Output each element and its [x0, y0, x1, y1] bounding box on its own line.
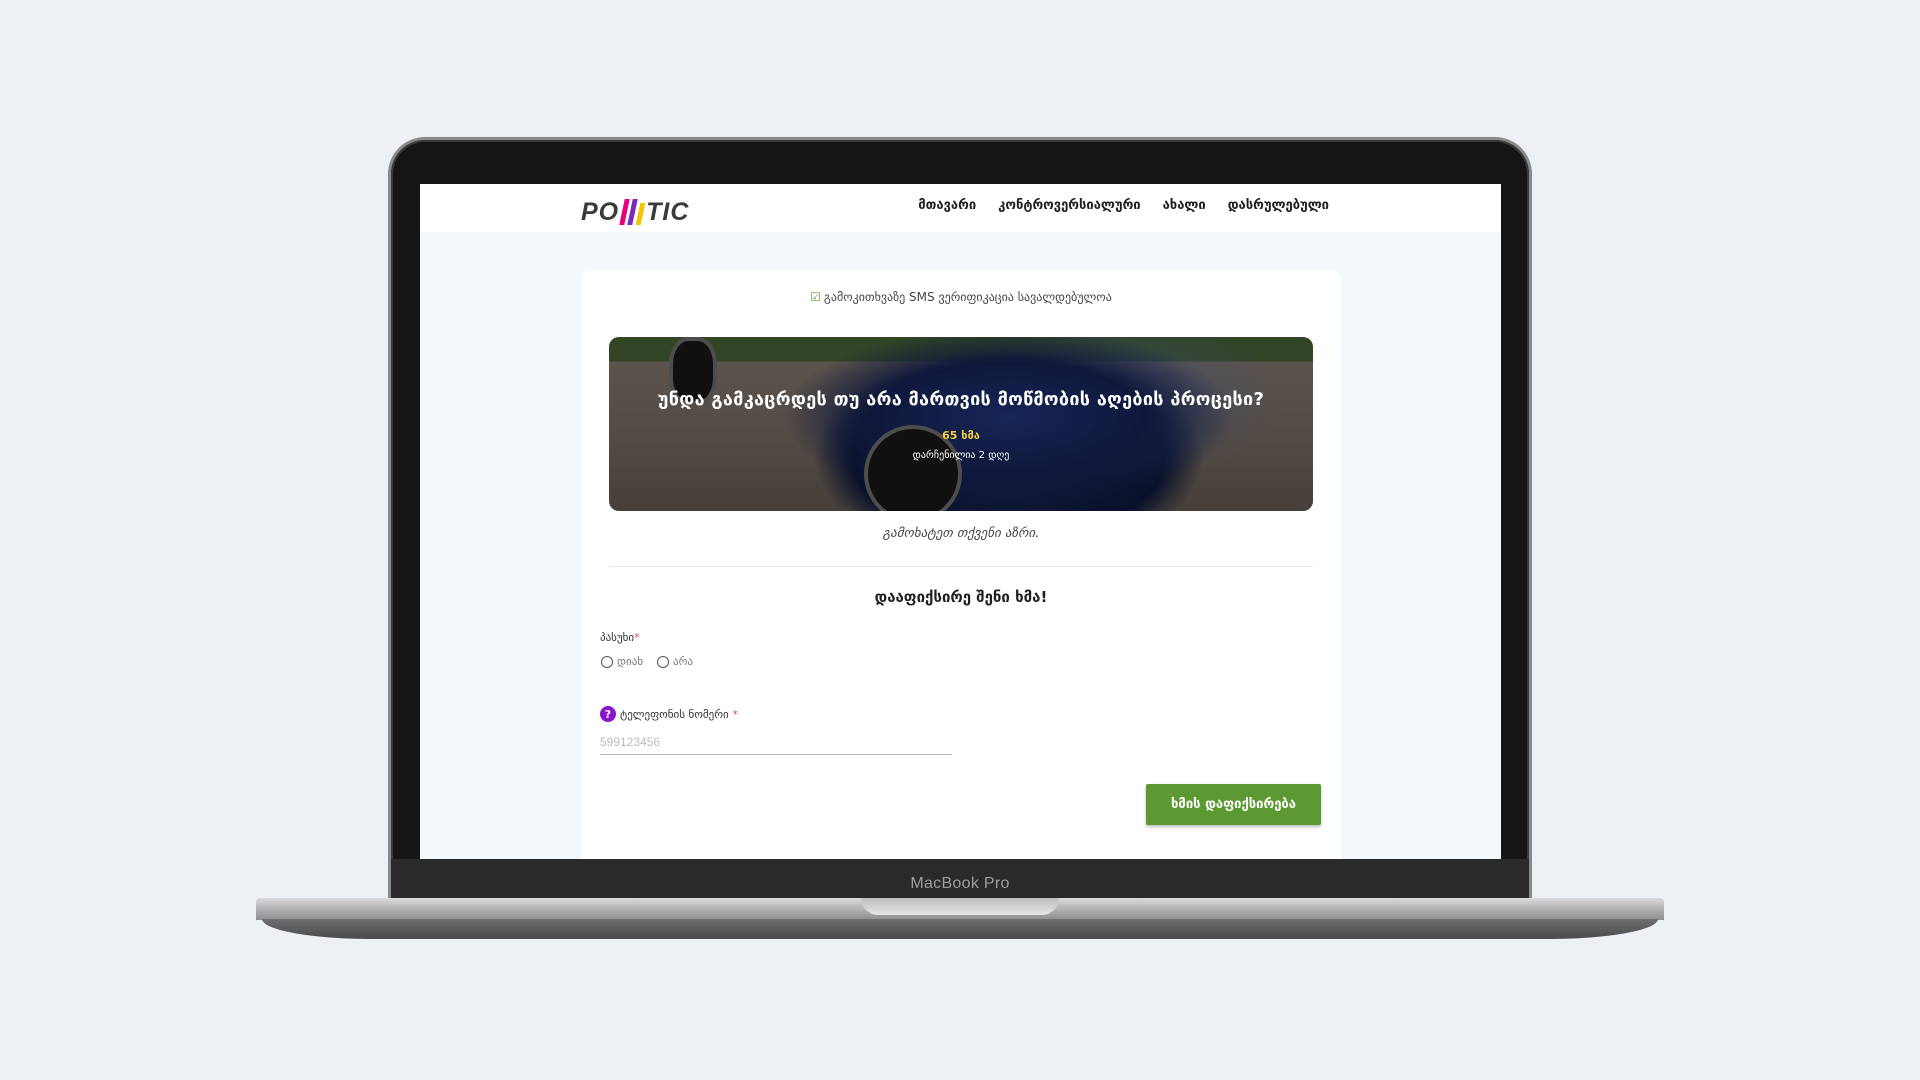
required-mark: * [634, 631, 640, 644]
option-no-label: არა [673, 655, 693, 668]
option-yes-label: დიახ [617, 655, 644, 668]
radio-no[interactable] [657, 655, 670, 668]
check-square-icon: ☑ [810, 290, 821, 304]
answer-label-text: პასუხი [600, 631, 635, 644]
site-logo[interactable]: PO TIC [581, 191, 689, 227]
submit-vote-button[interactable]: ხმის დაფიქსირება [1146, 784, 1321, 825]
logo-prefix: PO [581, 198, 620, 226]
vote-count: 65 ხმა [942, 429, 980, 442]
nav-item-home[interactable]: მთავარი [918, 198, 976, 213]
sms-notice: ☑ გამოკითხვაზე SMS ვერიფიკაცია სავალდებულ… [581, 290, 1341, 304]
phone-label: ? ტელეფონის ნომერი * [600, 706, 738, 722]
option-yes[interactable]: დიახ [601, 655, 643, 668]
question-circle-icon[interactable]: ? [600, 706, 616, 722]
poll-card: ☑ გამოკითხვაზე SMS ვერიფიკაცია სავალდებულ… [581, 270, 1341, 859]
opinion-prompt: გამოხატეთ თქვენი აზრი. [882, 526, 1040, 541]
main-nav: მთავარი კონტროვერსიალური ახალი დასრულებუ… [918, 198, 1329, 213]
laptop-screen: PO TIC მთავარი კონტროვერსიალური ახალი და… [420, 184, 1501, 859]
hero-overlay [609, 337, 1313, 511]
divider [609, 566, 1313, 567]
form-title: დააფიქსირე შენი ხმა! [874, 588, 1048, 606]
laptop-chin: MacBook Pro [391, 859, 1529, 900]
logo-bars [619, 199, 646, 225]
option-no[interactable]: არა [657, 655, 693, 668]
poll-hero-banner[interactable]: უნდა გამკაცრდეს თუ არა მართვის მოწმობის … [609, 337, 1313, 511]
time-remaining: დარჩენილია 2 დღე [912, 450, 1010, 461]
nav-item-new[interactable]: ახალი [1163, 198, 1206, 213]
phone-label-text: ტელეფონის ნომერი [620, 707, 729, 721]
sms-notice-text: გამოკითხვაზე SMS ვერიფიკაცია სავალდებულო… [823, 290, 1112, 304]
device-label: MacBook Pro [910, 874, 1010, 892]
answer-label: პასუხი* [600, 631, 640, 644]
required-mark: * [732, 707, 739, 721]
answer-options: დიახ არა [601, 655, 693, 668]
poll-title: უნდა გამკაცრდეს თუ არა მართვის მოწმობის … [657, 389, 1265, 410]
top-navbar: PO TIC მთავარი კონტროვერსიალური ახალი და… [420, 184, 1501, 232]
laptop-notch [861, 898, 1059, 915]
logo-suffix: TIC [646, 198, 690, 226]
logo-bar-3 [635, 203, 646, 225]
nav-item-controversial[interactable]: კონტროვერსიალური [998, 198, 1140, 213]
phone-input[interactable] [600, 730, 952, 755]
nav-item-finished[interactable]: დასრულებული [1228, 198, 1329, 213]
laptop-base-bottom [262, 919, 1658, 939]
radio-yes[interactable] [601, 655, 613, 668]
